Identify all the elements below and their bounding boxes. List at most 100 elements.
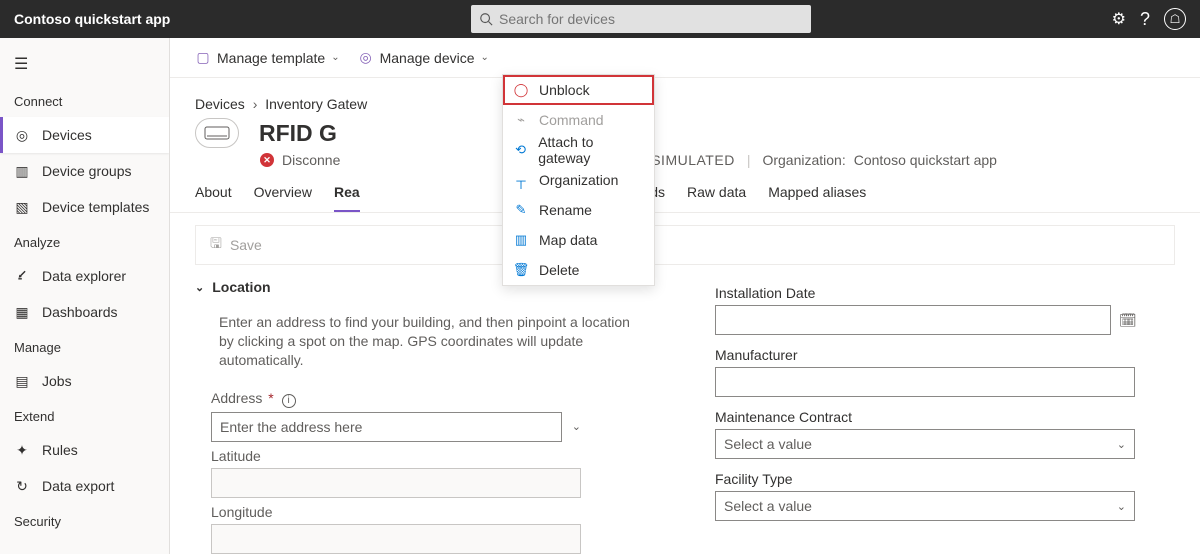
jobs-icon: ▤ (14, 373, 30, 389)
manufacturer-input[interactable] (715, 367, 1135, 397)
search-box[interactable] (471, 5, 811, 33)
sidebar-item-data-export[interactable]: ↻ Data export (0, 468, 169, 504)
status-disconnected-icon: ✕ (260, 153, 274, 167)
device-groups-icon: ▥ (14, 163, 30, 179)
sidebar-section-extend: Extend (0, 399, 169, 432)
dashboards-icon: ▦ (14, 304, 30, 320)
menu-label: Delete (539, 262, 579, 278)
command-icon: ⌁ (513, 112, 529, 128)
calendar-icon[interactable]: 🗓 (1119, 312, 1135, 328)
menu-item-rename[interactable]: ✎ Rename (503, 195, 654, 225)
sidebar-section-analyze: Analyze (0, 225, 169, 258)
command-bar: ▢ Manage template ⌄ ◎ Manage device ⌄ (170, 38, 1200, 78)
breadcrumb-item[interactable]: Inventory Gatew (265, 96, 367, 112)
tab-mapped-aliases[interactable]: Mapped aliases (768, 184, 866, 212)
sidebar-item-device-groups[interactable]: ▥ Device groups (0, 153, 169, 189)
data-explorer-icon: ⭹ (14, 268, 30, 284)
menu-item-organization[interactable]: ┬ Organization (503, 165, 654, 195)
simulated-badge: SIMULATED (651, 152, 735, 168)
installation-date-label: Installation Date (715, 285, 1175, 301)
devices-icon: ◎ (14, 127, 30, 143)
hamburger-icon[interactable]: ☰ (0, 48, 169, 84)
section-title: Location (212, 279, 270, 295)
tab-overview[interactable]: Overview (254, 184, 312, 212)
address-input[interactable]: Enter the address here (211, 412, 562, 442)
tab-about[interactable]: About (195, 184, 232, 212)
template-icon: ▢ (195, 50, 211, 66)
pipe: | (747, 152, 751, 168)
cmd-label: Manage template (217, 50, 325, 66)
placeholder: Select a value (724, 436, 812, 452)
longitude-input[interactable] (211, 524, 581, 554)
menu-label: Attach to gateway (538, 134, 644, 166)
sidebar-section-connect: Connect (0, 84, 169, 117)
cmd-label: Manage device (380, 50, 475, 66)
facility-select[interactable]: Select a value ⌄ (715, 491, 1135, 521)
device-icon: ◎ (358, 50, 374, 66)
breadcrumb: Devices › Inventory Gatew (170, 78, 1200, 112)
device-templates-icon: ▧ (14, 199, 30, 215)
info-icon[interactable]: i (282, 394, 296, 408)
tab-rea[interactable]: Rea (334, 184, 360, 212)
save-button[interactable]: Save (230, 237, 262, 253)
installation-date-input[interactable] (715, 305, 1111, 335)
menu-item-map-data[interactable]: ▥ Map data (503, 225, 654, 255)
sidebar-section-security: Security (0, 504, 169, 537)
sidebar-item-dashboards[interactable]: ▦ Dashboards (0, 294, 169, 330)
menu-label: Unblock (539, 82, 590, 98)
search-icon (479, 12, 493, 26)
tab-raw-data[interactable]: Raw data (687, 184, 746, 212)
menu-item-unblock[interactable]: ◯ Unblock (503, 75, 654, 105)
tabs: About Overview Rea Devices Commands Raw … (170, 168, 1200, 213)
menu-item-attach-gateway[interactable]: ⟲ Attach to gateway (503, 135, 654, 165)
device-title: RFID G (259, 120, 337, 147)
unblock-icon: ◯ (513, 82, 529, 98)
menu-label: Command (539, 112, 604, 128)
menu-item-delete[interactable]: 🗑 Delete (503, 255, 654, 285)
form-area: ⌄ Location Enter an address to find your… (170, 265, 1200, 554)
status-row: ✕ Disconne 7/2022, 1:08:57 PM | SIMULATE… (170, 148, 1200, 168)
rename-icon: ✎ (513, 202, 529, 218)
save-bar: 🖫 Save (195, 225, 1175, 265)
maintenance-select[interactable]: Select a value ⌄ (715, 429, 1135, 459)
breadcrumb-item[interactable]: Devices (195, 96, 245, 112)
required-indicator: * (268, 390, 273, 406)
menu-label: Organization (539, 172, 618, 188)
sidebar-item-device-templates[interactable]: ▧ Device templates (0, 189, 169, 225)
device-avatar-icon (195, 118, 239, 148)
settings-icon[interactable]: ⚙ (1112, 9, 1126, 29)
breadcrumb-separator: › (253, 96, 258, 112)
sidebar: ☰ Connect ◎ Devices ▥ Device groups ▧ De… (0, 38, 170, 554)
top-icons: ⚙ ? ☖ (1112, 8, 1186, 30)
manage-device-button[interactable]: ◎ Manage device ⌄ (358, 50, 489, 66)
sidebar-item-jobs[interactable]: ▤ Jobs (0, 363, 169, 399)
chevron-down-icon[interactable]: ⌄ (572, 420, 581, 433)
sidebar-item-label: Device templates (42, 199, 149, 215)
search-input[interactable] (499, 11, 803, 27)
sidebar-item-label: Rules (42, 442, 78, 458)
placeholder: Select a value (724, 498, 812, 514)
latitude-label: Latitude (211, 448, 655, 464)
address-label: Address * i (211, 390, 655, 408)
attach-icon: ⟲ (513, 142, 528, 158)
save-icon: 🖫 (210, 233, 222, 257)
chevron-down-icon: ⌄ (195, 281, 204, 294)
chevron-down-icon: ⌄ (1117, 438, 1126, 451)
sidebar-item-data-explorer[interactable]: ⭹ Data explorer (0, 258, 169, 294)
sidebar-item-label: Dashboards (42, 304, 118, 320)
menu-label: Rename (539, 202, 592, 218)
sidebar-item-rules[interactable]: ✦ Rules (0, 432, 169, 468)
help-icon[interactable]: ? (1140, 9, 1150, 30)
delete-icon: 🗑 (513, 262, 529, 278)
manage-template-button[interactable]: ▢ Manage template ⌄ (195, 50, 340, 66)
status-text: Disconne (282, 152, 340, 168)
sidebar-item-devices[interactable]: ◎ Devices (0, 117, 169, 153)
menu-item-command: ⌁ Command (503, 105, 654, 135)
map-data-icon: ▥ (513, 232, 529, 248)
chevron-down-icon: ⌄ (331, 52, 339, 63)
facility-label: Facility Type (715, 471, 1175, 487)
account-icon[interactable]: ☖ (1164, 8, 1186, 30)
sidebar-item-label: Device groups (42, 163, 132, 179)
chevron-down-icon: ⌄ (481, 52, 489, 63)
latitude-input[interactable] (211, 468, 581, 498)
